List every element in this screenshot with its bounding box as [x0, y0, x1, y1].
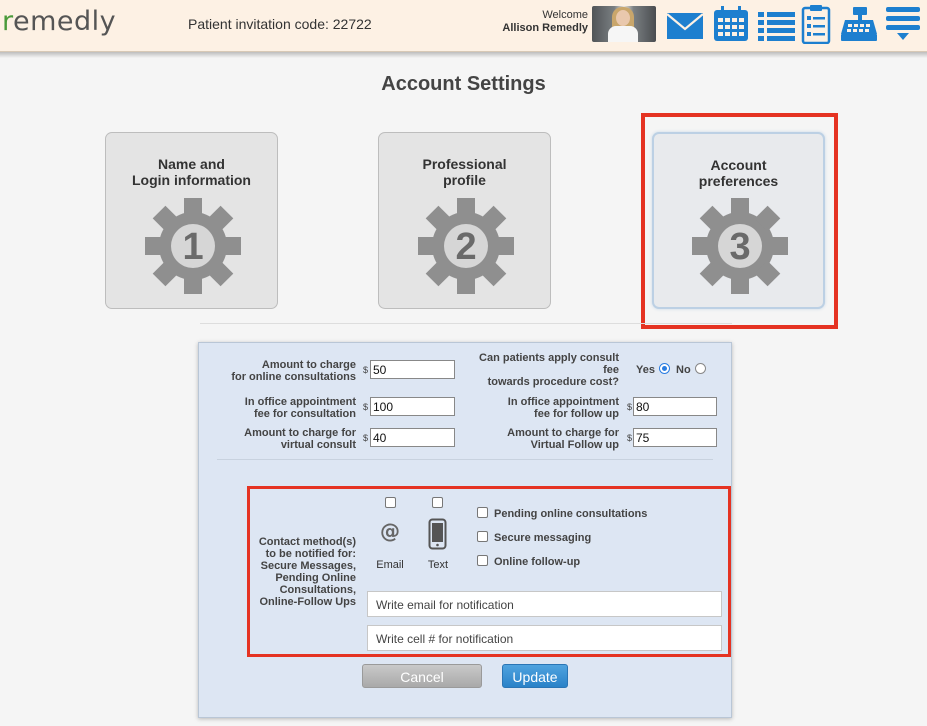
cancel-button[interactable]: Cancel [362, 664, 482, 688]
virtual-consult-input[interactable] [370, 428, 455, 447]
highlight-contact-section [247, 486, 731, 657]
welcome-label: Welcome [542, 9, 588, 21]
avatar[interactable] [592, 6, 656, 42]
currency-symbol: $ [363, 365, 369, 375]
card-number: 2 [455, 226, 476, 268]
app-header: remedly Patient invitation code: 22722 W… [0, 0, 927, 52]
apply-fee-label: Can patients apply consult fee towards pro… [479, 352, 619, 388]
online-consult-input[interactable] [370, 360, 455, 379]
invitation-code: Patient invitation code: 22722 [188, 16, 372, 32]
form-divider [217, 459, 713, 460]
welcome-block: Welcome Allison Remedly [502, 9, 588, 35]
office-fee-label: In office appointment fee for consultatio… [244, 396, 356, 420]
clipboard-icon[interactable] [801, 4, 831, 44]
list-icon[interactable] [758, 11, 795, 41]
user-name: Allison Remedly [502, 22, 588, 34]
gear-icon: 1 [145, 198, 241, 294]
gear-icon: 2 [418, 198, 514, 294]
office-followup-input[interactable] [633, 397, 717, 416]
card-label: Name and Login information [132, 156, 251, 188]
menu-icon[interactable] [885, 6, 921, 42]
no-label: No [676, 364, 691, 376]
online-consult-label: Amount to charge for online consultations [231, 359, 356, 383]
highlight-account-preferences [641, 113, 838, 329]
card-name-login[interactable]: Name and Login information 1 [105, 132, 278, 309]
section-divider [200, 323, 732, 324]
cash-register-icon[interactable] [839, 6, 879, 42]
card-professional-profile[interactable]: Professional profile 2 [378, 132, 551, 309]
currency-symbol: $ [363, 402, 369, 412]
remedly-logo[interactable]: remedly [2, 6, 116, 37]
virtual-consult-label: Amount to charge for virtual consult [244, 427, 356, 451]
mail-icon[interactable] [666, 11, 704, 41]
card-label: Professional profile [422, 156, 507, 188]
no-radio[interactable] [695, 363, 706, 374]
virtual-followup-input[interactable] [633, 428, 717, 447]
virtual-followup-label: Amount to charge for Virtual Follow up [507, 427, 619, 451]
currency-symbol: $ [627, 402, 633, 412]
card-number: 1 [182, 226, 203, 268]
header-shadow [0, 52, 927, 58]
currency-symbol: $ [627, 433, 633, 443]
office-followup-label: In office appointment fee for follow up [507, 396, 619, 420]
page-title: Account Settings [381, 73, 546, 95]
yes-label: Yes [636, 364, 655, 376]
update-button[interactable]: Update [502, 664, 568, 688]
currency-symbol: $ [363, 433, 369, 443]
calendar-icon[interactable] [712, 5, 750, 43]
yes-radio[interactable] [659, 363, 670, 374]
office-fee-input[interactable] [370, 397, 455, 416]
